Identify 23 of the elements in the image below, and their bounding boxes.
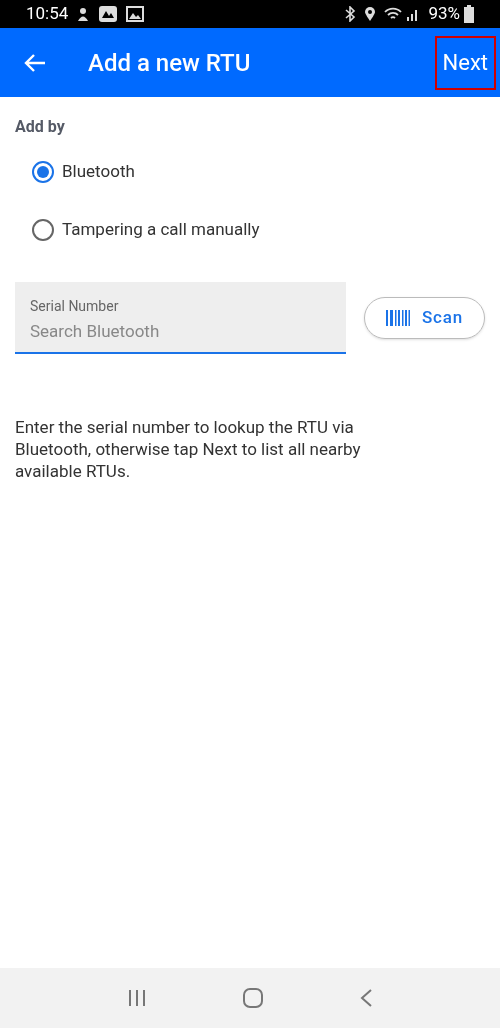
back-arrow-icon [24,52,46,73]
field-label: Serial Number [30,297,120,316]
radio-option[interactable]: Tampering a call manually [32,213,485,247]
bluetooth-icon [344,6,357,22]
next-button[interactable]: Next [434,35,496,90]
serial-number-input[interactable]: Search Bluetooth [30,319,331,345]
recent-apps-icon[interactable] [127,989,148,1007]
radio-option[interactable]: Bluetooth [32,155,485,189]
location-icon [364,6,377,22]
section-label: Add by [15,116,66,138]
image-icon [126,6,145,22]
battery-percent: 93% [428,2,460,26]
serial-number-field[interactable]: Serial Number Search Bluetooth [15,282,346,354]
screen-title: Add a new RTU [88,47,252,79]
gallery-icon [98,5,119,23]
barcode-icon [385,310,410,326]
status-time: 10:54 [26,2,69,26]
home-icon[interactable] [242,988,264,1008]
battery-icon [464,5,474,23]
wifi-icon [384,6,403,22]
back-icon[interactable] [358,988,373,1008]
help-text: Enter the serial number to lookup the RTU via Bluetooth, otherwise tap Next to list all nearby available RTUs. [15,416,362,482]
notification-icon [76,6,91,22]
